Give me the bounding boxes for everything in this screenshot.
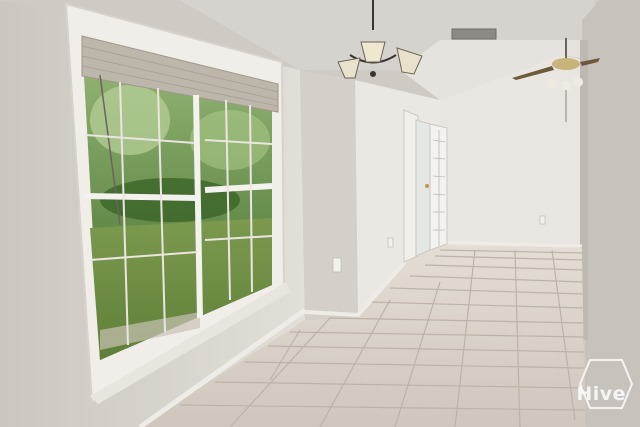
room-photo: Hive [0,0,640,427]
room-illustration [0,0,640,427]
right-pillar [582,0,640,427]
watermark-text: Hive [576,383,626,405]
french-doors[interactable] [403,109,448,263]
wall-outlet [332,257,342,273]
center-wall [300,70,358,320]
ceiling-vent [451,28,497,40]
wall-outlet [539,215,546,225]
wall-outlet [387,237,394,248]
